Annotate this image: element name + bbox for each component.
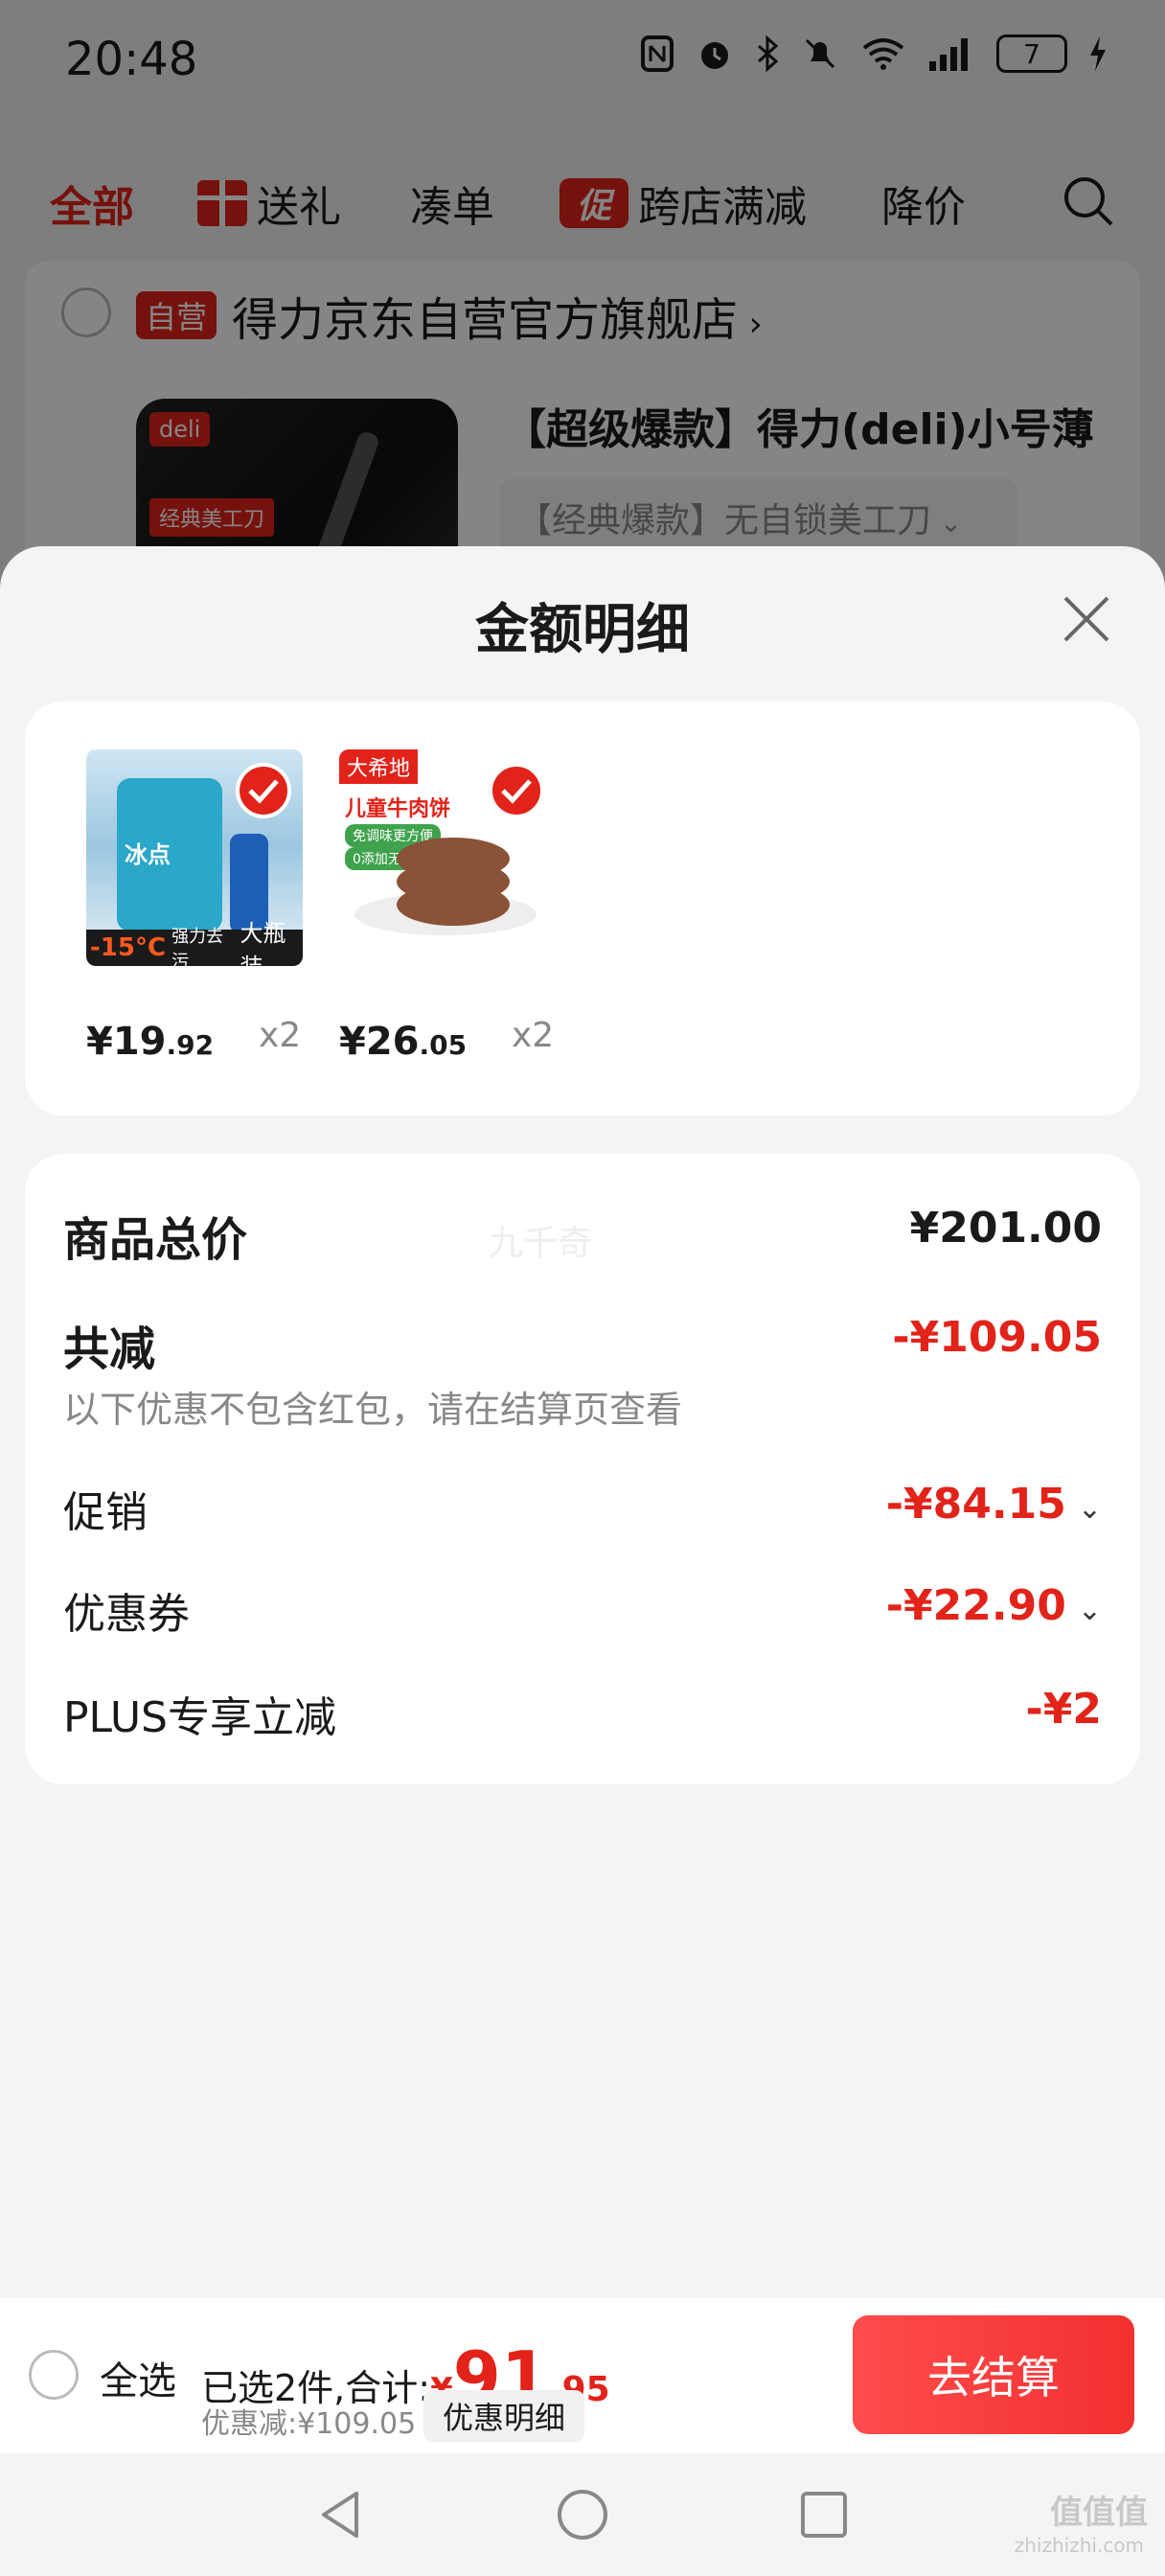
checked-icon <box>489 763 544 818</box>
plus-discount-label: PLUS专享立减 <box>63 1693 336 1742</box>
promotion-label: 促销 <box>63 1488 148 1537</box>
home-icon[interactable] <box>554 2486 611 2543</box>
coupon-value[interactable]: -¥22.90 ⌄ <box>886 1581 1102 1630</box>
coupon-amount: -¥22.90 <box>885 1581 1066 1630</box>
price-integer: 19 <box>112 1020 167 1064</box>
summary-card: 九千奇 商品总价 ¥201.00 共减 -¥109.05 以下优惠不包含红包，请… <box>25 1154 1140 1784</box>
price-currency: ¥ <box>86 1020 113 1064</box>
item-quantity: x2 <box>512 1016 555 1055</box>
checkout-button[interactable]: 去结算 <box>853 2315 1134 2434</box>
discount-detail-button[interactable]: 优惠明细 <box>423 2390 585 2442</box>
item-quantity: x2 <box>259 1016 302 1055</box>
close-icon[interactable] <box>1056 588 1117 650</box>
recents-icon[interactable] <box>795 2486 853 2543</box>
discount-summary: 优惠减:¥109.05 <box>201 2407 417 2441</box>
total-price-value: ¥201.00 <box>909 1204 1102 1253</box>
discount-total-value: -¥109.05 <box>892 1313 1102 1362</box>
price-decimal: .05 <box>419 1029 468 1061</box>
image-band: -15°C 强力去污 大瓶装 <box>86 920 303 966</box>
price-decimal: .92 <box>166 1029 215 1061</box>
site-watermark: 值值值 <box>1050 2494 1148 2532</box>
price-integer: 26 <box>365 1020 420 1064</box>
chevron-down-icon: ⌄ <box>1077 1492 1102 1526</box>
amount-detail-sheet: 金额明细 冰点 -15°C 强力去污 大瓶装 ¥19.92 x2 大希地 <box>0 546 1165 2298</box>
item-thumbnail: 大希地 儿童牛肉饼 免调味更方便 0添加无淀粉 <box>339 749 556 966</box>
patty-shape <box>397 838 510 880</box>
back-icon[interactable] <box>312 2486 370 2543</box>
item-thumbnail: 冰点 -15°C 强力去污 大瓶装 <box>86 749 303 966</box>
image-text-b: 大瓶装 <box>240 920 286 966</box>
plus-discount-value: -¥2 <box>1025 1685 1103 1734</box>
promotion-value[interactable]: -¥84.15 ⌄ <box>886 1480 1102 1529</box>
bottle-shape: 冰点 <box>117 778 222 932</box>
image-product-name: 儿童牛肉饼 <box>345 797 451 821</box>
total-price-label: 商品总价 <box>63 1213 248 1267</box>
chevron-down-icon: ⌄ <box>1077 1594 1102 1627</box>
system-nav-bar <box>0 2453 1165 2576</box>
watermark-text: 九千奇 <box>489 1224 593 1263</box>
image-brand-text: 大希地 <box>339 749 419 784</box>
discount-note: 以下优惠不包含红包，请在结算页查看 <box>63 1389 683 1431</box>
image-text-a: 强力去污 <box>171 927 224 966</box>
image-brand-text: 冰点 <box>125 841 171 868</box>
select-all-label[interactable]: 全选 <box>100 2350 176 2405</box>
price-currency: ¥ <box>339 1020 366 1064</box>
checked-icon <box>236 763 291 818</box>
coupon-label: 优惠券 <box>63 1590 190 1639</box>
site-watermark-url: zhizhizhi.com <box>1014 2534 1144 2557</box>
select-all-radio[interactable] <box>29 2350 79 2400</box>
discount-total-label: 共减 <box>63 1322 156 1376</box>
image-temp-text: -15°C <box>90 933 167 962</box>
checkout-bar: 全选 已选2件,合计: ¥91.95 优惠减:¥109.05 优惠明细 去结算 <box>0 2298 1165 2453</box>
sheet-title: 金额明细 <box>475 599 690 661</box>
promotion-amount: -¥84.15 <box>885 1480 1066 1529</box>
selected-items-card: 冰点 -15°C 强力去污 大瓶装 ¥19.92 x2 大希地 儿童牛肉饼 免调… <box>25 702 1140 1116</box>
